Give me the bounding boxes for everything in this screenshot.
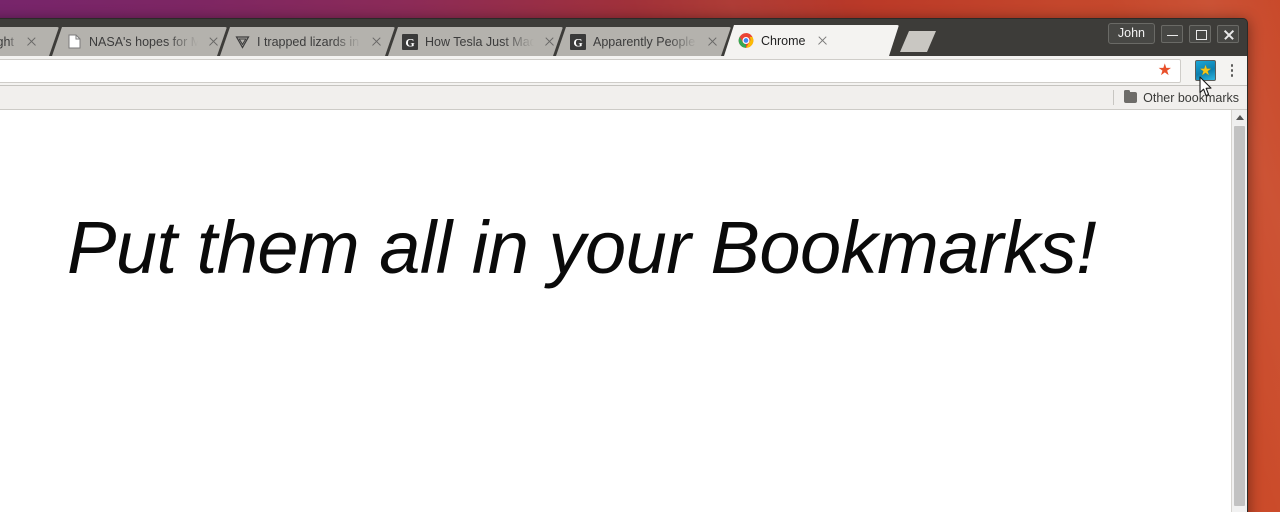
dot xyxy=(1230,64,1234,67)
maximize-icon xyxy=(1190,26,1210,42)
tab-close-icon[interactable] xyxy=(815,33,830,48)
tab-title: NASA's hopes for M xyxy=(89,34,198,49)
close-button[interactable] xyxy=(1217,24,1239,43)
vice-triangle-icon xyxy=(234,34,250,50)
tab-title: Apparently People xyxy=(593,34,696,49)
browser-tab-0[interactable]: light xyxy=(0,27,59,56)
star-extension-icon[interactable]: ★ xyxy=(1195,60,1216,81)
minimize-icon xyxy=(1162,26,1182,42)
tab-title: How Tesla Just Mad xyxy=(425,34,534,49)
tab-title: I trapped lizards in xyxy=(257,34,360,49)
other-bookmarks-button[interactable]: Other bookmarks xyxy=(1124,89,1239,105)
maximize-button[interactable] xyxy=(1189,24,1211,43)
scrollbar-thumb[interactable] xyxy=(1234,126,1245,506)
minimize-button[interactable] xyxy=(1161,24,1183,43)
browser-toolbar: ★ ★ xyxy=(0,56,1247,86)
tab-strip: light NASA's hopes for M I trapped lizar… xyxy=(0,19,1247,56)
profile-button[interactable]: John xyxy=(1107,23,1155,44)
page-viewport: Put them all in your Bookmarks! xyxy=(0,110,1247,512)
chrome-logo-icon xyxy=(738,33,754,49)
browser-tab-1[interactable]: NASA's hopes for M xyxy=(52,27,227,56)
tab-close-icon[interactable] xyxy=(206,34,221,49)
svg-text:G: G xyxy=(573,35,582,49)
tab-close-icon[interactable] xyxy=(705,34,720,49)
browser-tab-3[interactable]: G How Tesla Just Mad xyxy=(388,27,563,56)
tab-title: Chrome xyxy=(761,33,806,48)
page-headline: Put them all in your Bookmarks! xyxy=(67,206,1097,289)
browser-tab-chrome[interactable]: Chrome xyxy=(724,25,899,56)
page-icon xyxy=(66,34,82,50)
dot xyxy=(1230,74,1234,77)
bookmarks-bar: Other bookmarks xyxy=(0,86,1247,110)
bookmark-star-icon[interactable]: ★ xyxy=(1158,63,1172,79)
browser-window: light NASA's hopes for M I trapped lizar… xyxy=(0,18,1248,512)
bookmarks-separator xyxy=(1113,90,1115,105)
window-caption-controls: John xyxy=(1107,23,1239,44)
new-tab-button[interactable] xyxy=(900,31,936,52)
caret-up-icon xyxy=(1235,115,1244,120)
folder-icon xyxy=(1124,89,1138,103)
tab-title: light xyxy=(3,34,14,49)
close-icon xyxy=(1218,26,1238,42)
dot xyxy=(1230,69,1234,72)
browser-tab-2[interactable]: I trapped lizards in xyxy=(220,27,395,56)
three-dots-menu-icon[interactable] xyxy=(1223,60,1241,82)
g-letter-icon: G xyxy=(402,34,418,50)
tabs-row: light NASA's hopes for M I trapped lizar… xyxy=(0,24,936,56)
svg-text:G: G xyxy=(405,35,414,49)
scroll-up-button[interactable] xyxy=(1232,110,1247,125)
vertical-scrollbar[interactable] xyxy=(1231,110,1247,512)
omnibox[interactable]: ★ xyxy=(0,59,1181,83)
other-bookmarks-label: Other bookmarks xyxy=(1143,90,1239,105)
browser-tab-4[interactable]: G Apparently People xyxy=(556,27,731,56)
g-letter-icon: G xyxy=(570,34,586,50)
tab-close-icon[interactable] xyxy=(369,34,384,49)
tab-close-icon[interactable] xyxy=(542,34,557,49)
tab-close-icon[interactable] xyxy=(24,34,39,49)
